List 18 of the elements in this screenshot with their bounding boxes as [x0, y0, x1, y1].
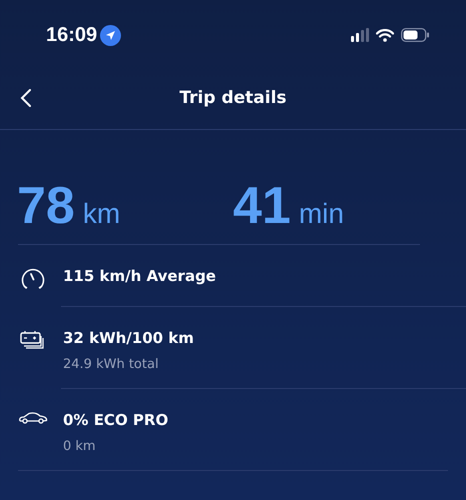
- summary-value: 41: [233, 180, 291, 232]
- summary-unit: km: [82, 198, 120, 230]
- page-title: Trip details: [179, 88, 287, 108]
- summary-unit: min: [298, 198, 344, 230]
- signal-icon: [351, 28, 369, 42]
- summary-value: 78: [17, 180, 75, 232]
- car-icon: [18, 412, 48, 424]
- stat-title: 115 km/h Average: [63, 267, 216, 285]
- stat-subtitle: 0 km: [63, 439, 97, 454]
- battery-icon: [401, 28, 430, 42]
- status-time: 16:09: [46, 24, 98, 46]
- stat-title: 32 kWh/100 km: [63, 329, 194, 347]
- wifi-icon: [376, 28, 394, 42]
- stat-subtitle: 24.9 kWh total: [63, 357, 160, 372]
- back-button[interactable]: [20, 88, 32, 108]
- speedometer-icon: [20, 268, 46, 290]
- stat-title: 0% ECO PRO: [63, 411, 168, 429]
- battery-pack-icon: [20, 330, 46, 350]
